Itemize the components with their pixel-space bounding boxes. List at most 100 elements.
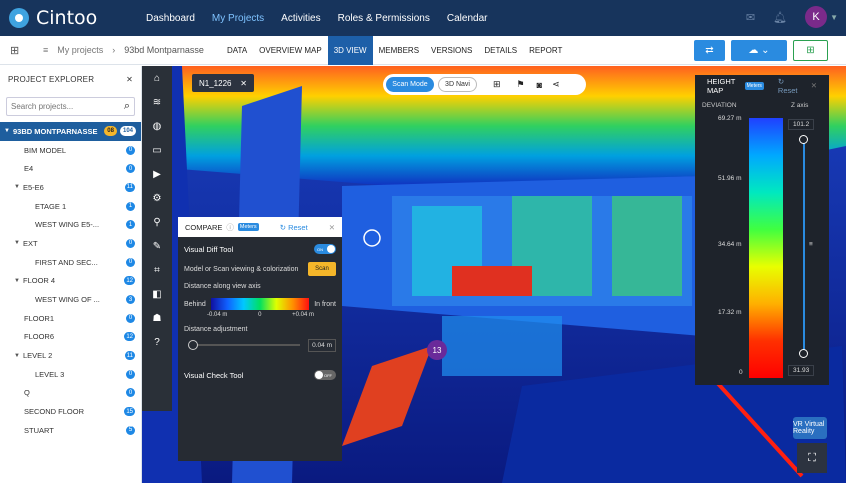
share-button[interactable]: ⇄ xyxy=(694,40,725,61)
scan-chip[interactable]: N1_1226 ✕ xyxy=(192,74,254,92)
collapse-icon[interactable]: ▼ xyxy=(14,278,23,284)
user-pin-icon[interactable]: ☗ xyxy=(142,306,172,330)
collapse-icon[interactable]: ▼ xyxy=(14,184,23,190)
units-badge[interactable]: Meters xyxy=(237,223,259,231)
screen-icon[interactable]: ▭ xyxy=(142,138,172,162)
chevron-down-icon[interactable]: ▼ xyxy=(830,13,838,22)
tree-item[interactable]: FLOOR6 12 xyxy=(0,328,141,347)
tab-overview-map[interactable]: OVERVIEW MAP xyxy=(253,36,328,65)
tree-item[interactable]: WEST WING OF ... 3 xyxy=(0,290,141,309)
search-icon[interactable]: ⌕ xyxy=(124,100,130,113)
explorer-header: PROJECT EXPLORER ✕ xyxy=(0,66,141,93)
scan-marker[interactable]: 13 xyxy=(427,340,447,360)
tick-mid: 0 xyxy=(258,312,262,318)
measure-icon[interactable]: ✎ xyxy=(142,234,172,258)
tree-item[interactable]: BIM MODEL 0 xyxy=(0,141,141,160)
tab-3d-view[interactable]: 3D VIEW xyxy=(327,36,373,65)
tab-members[interactable]: MEMBERS xyxy=(373,36,425,65)
close-icon[interactable]: ✕ xyxy=(240,79,247,88)
upload-button[interactable]: ☁ ⌄ xyxy=(731,40,787,61)
gradient-ticks: -0.04 m 0 +0.04 m xyxy=(184,312,336,318)
nav-dashboard[interactable]: Dashboard xyxy=(146,13,195,24)
breadcrumb-separator: › xyxy=(112,45,116,55)
nav-activities[interactable]: Activities xyxy=(281,13,320,24)
z-top-handle[interactable] xyxy=(799,135,808,144)
layers-icon[interactable]: ≋ xyxy=(142,90,172,114)
scan-mode-button[interactable]: Scan Mode xyxy=(386,77,434,92)
tree-item-label: WEST WING E5-... xyxy=(35,220,100,230)
compare-icon[interactable]: ◧ xyxy=(142,282,172,306)
tree-item[interactable]: STUART 5 xyxy=(0,421,141,440)
crop-icon[interactable]: ⌗ xyxy=(142,258,172,282)
project-explorer: PROJECT EXPLORER ✕ ⌕ ▼ 93BD MONTPARNASSE… xyxy=(0,66,142,483)
compare-reset[interactable]: ↻ Reset xyxy=(280,223,308,232)
tree-root[interactable]: ▼ 93BD MONTPARNASSE 08 104 xyxy=(0,122,141,141)
share-icon[interactable]: ⋖ xyxy=(552,79,560,90)
tree-item[interactable]: Q0 xyxy=(0,384,141,403)
tree-item-count: 1 xyxy=(126,201,135,211)
z-top-value[interactable]: 101.2 xyxy=(788,119,815,130)
breadcrumb-root[interactable]: My projects xyxy=(57,45,103,55)
z-bottom-value[interactable]: 31.93 xyxy=(788,365,815,376)
fullscreen-icon[interactable]: ⛶ xyxy=(797,443,827,473)
settings-icon[interactable]: ⚙ xyxy=(142,186,172,210)
globe-icon[interactable]: ◍ xyxy=(142,114,172,138)
check-tool-toggle[interactable]: OFF xyxy=(314,370,336,380)
tree-item[interactable]: ▼ E5-E6 11 xyxy=(0,178,141,197)
add-button[interactable]: ⊞ xyxy=(793,40,828,61)
pin-icon[interactable]: ⚲ xyxy=(142,210,172,234)
flag-icon[interactable]: ⚑ xyxy=(517,79,525,90)
home-icon[interactable]: ⌂ xyxy=(142,66,172,90)
z-axis-slider[interactable] xyxy=(803,137,805,353)
scan-toggle-button[interactable]: Scan xyxy=(308,262,336,276)
diff-tool-toggle[interactable]: ON xyxy=(314,244,336,254)
3d-navi-button[interactable]: 3D Navi xyxy=(438,77,477,92)
camera-path-icon[interactable]: ▶ xyxy=(142,162,172,186)
tab-versions[interactable]: VERSIONS xyxy=(425,36,478,65)
grid-icon[interactable]: ⊞ xyxy=(493,79,501,90)
bell-icon[interactable]: 🔔︎ xyxy=(773,11,787,24)
collapse-icon[interactable]: ▼ xyxy=(14,353,23,359)
tab-details[interactable]: DETAILS xyxy=(478,36,523,65)
collapse-icon[interactable]: ▼ xyxy=(4,128,13,134)
logo[interactable]: Cintoo xyxy=(9,7,129,29)
tree-item[interactable]: ETAGE 1 1 xyxy=(0,197,141,216)
tree-item[interactable]: E4 0 xyxy=(0,159,141,178)
breadcrumb: ≡ My projects › 93bd Montparnasse xyxy=(43,45,213,55)
tab-data[interactable]: DATA xyxy=(221,36,253,65)
nav-roles-permissions[interactable]: Roles & Permissions xyxy=(338,13,430,24)
vr-button[interactable]: VR Virtual Reality xyxy=(793,417,827,439)
tree-item[interactable]: LEVEL 3 0 xyxy=(0,365,141,384)
info-icon[interactable]: ⓘ xyxy=(226,222,234,233)
height-map-reset[interactable]: ↻ Reset xyxy=(778,77,799,95)
close-icon[interactable]: ✕ xyxy=(811,81,817,90)
search-input[interactable] xyxy=(11,102,111,111)
tree-item[interactable]: WEST WING E5-... 1 xyxy=(0,215,141,234)
distance-slider[interactable] xyxy=(188,340,300,350)
nav-calendar[interactable]: Calendar xyxy=(447,13,488,24)
menu-icon[interactable]: ≡ xyxy=(43,45,48,55)
tree-item[interactable]: ▼ FLOOR 4 12 xyxy=(0,272,141,291)
drag-handle-icon[interactable]: ≡ xyxy=(809,241,813,248)
camera-icon[interactable]: ◙ xyxy=(537,80,542,90)
collapse-icon[interactable]: ▼ xyxy=(14,240,23,246)
avatar[interactable]: K xyxy=(805,6,828,28)
tree-item[interactable]: FIRST AND SEC... 0 xyxy=(0,253,141,272)
adjust-value[interactable]: 0.04 m xyxy=(308,338,336,352)
tree-item[interactable]: FLOOR1 0 xyxy=(0,309,141,328)
close-icon[interactable]: ✕ xyxy=(126,75,133,84)
app-root: Cintoo Dashboard My Projects Activities … xyxy=(0,0,846,483)
tree-item[interactable]: ▼ LEVEL 2 11 xyxy=(0,346,141,365)
tree-toggle-icon[interactable]: ⊞ xyxy=(10,44,24,57)
help-icon[interactable]: ? xyxy=(142,330,172,354)
mail-icon[interactable]: ✉ xyxy=(746,11,755,24)
compare-title: COMPARE xyxy=(185,222,223,232)
nav-my-projects[interactable]: My Projects xyxy=(212,13,264,24)
tree-item[interactable]: SECOND FLOOR 15 xyxy=(0,402,141,421)
tab-report[interactable]: REPORT xyxy=(523,36,568,65)
units-badge[interactable]: Meters xyxy=(744,81,764,90)
z-bottom-handle[interactable] xyxy=(799,349,808,358)
tree-item[interactable]: ▼ EXT 0 xyxy=(0,234,141,253)
close-icon[interactable]: ✕ xyxy=(329,223,335,232)
tree-item-label: Q xyxy=(24,388,30,398)
